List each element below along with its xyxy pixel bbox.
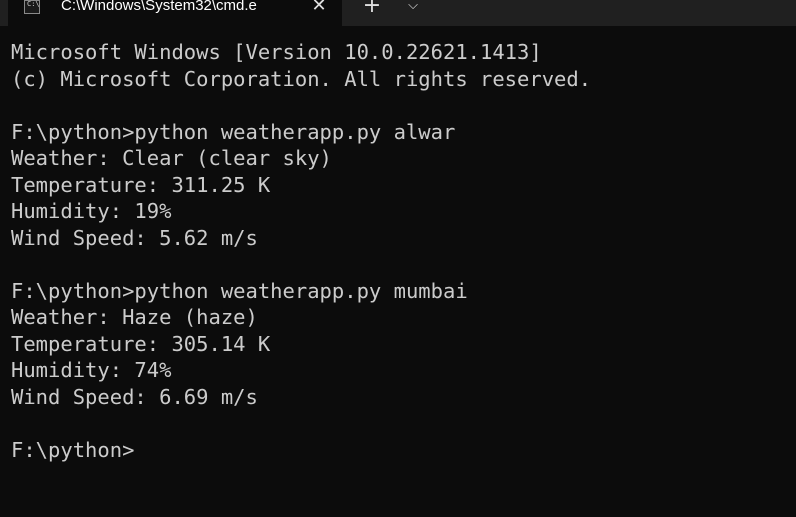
new-tab-button[interactable]: + [358, 0, 386, 17]
tab-close-button[interactable]: ✕ [307, 0, 331, 17]
terminal-prompt[interactable]: F:\python> [11, 437, 791, 464]
tab-title: C:\Windows\System32\cmd.e [61, 0, 257, 14]
terminal-line: Temperature: 311.25 K [11, 172, 271, 197]
tab-bar: C:\ C:\Windows\System32\cmd.e ✕ + ⌵ [0, 0, 796, 26]
terminal-line: Humidity: 74% [11, 358, 172, 382]
terminal-line: Wind Speed: 6.69 m/s [11, 384, 258, 409]
terminal-line: Temperature: 305.14 K [11, 331, 271, 356]
terminal-line: Wind Speed: 5.62 m/s [11, 225, 258, 250]
tab-cmd[interactable]: C:\ C:\Windows\System32\cmd.e ✕ [8, 0, 342, 26]
terminal-line: (c) Microsoft Corporation. All rights re… [11, 66, 592, 91]
terminal-output[interactable]: Microsoft Windows [Version 10.0.22621.14… [11, 39, 791, 509]
terminal-window: C:\ C:\Windows\System32\cmd.e ✕ + ⌵ Micr… [0, 0, 796, 517]
cmd-icon: C:\ [24, 0, 40, 14]
terminal-line: F:\python>python weatherapp.py alwar [11, 119, 456, 144]
terminal-line: Weather: Haze (haze) [11, 305, 258, 329]
terminal-line: Weather: Clear (clear sky) [11, 146, 332, 170]
cmd-icon-glyph: C:\ [27, 0, 40, 8]
terminal-line: F:\python>python weatherapp.py mumbai [11, 278, 468, 303]
terminal-line: Microsoft Windows [Version 10.0.22621.14… [11, 40, 542, 64]
terminal-line: Humidity: 19% [11, 199, 172, 223]
tab-dropdown-button[interactable]: ⌵ [400, 0, 426, 16]
